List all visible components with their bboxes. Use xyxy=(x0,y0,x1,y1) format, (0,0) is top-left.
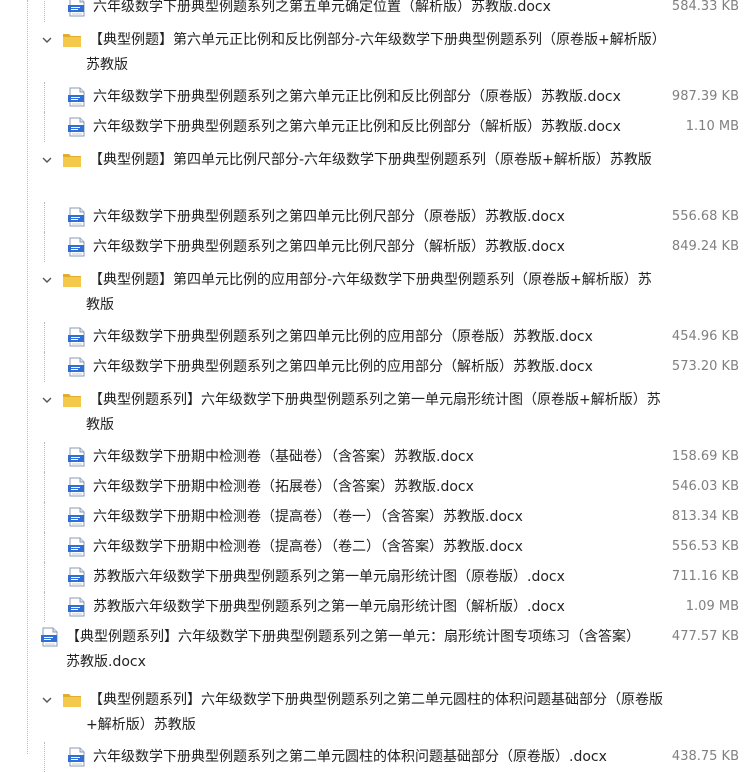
file-name: 六年级数学下册典型例题系列之第六单元正比例和反比例部分（原卷版）苏教版.docx xyxy=(93,89,621,105)
word-doc-icon xyxy=(67,117,87,137)
folder-icon xyxy=(62,150,82,170)
folder-name: 【典型例题系列】六年级数学下册典型例题系列之第二单元圆柱的体积问题基础部分（原卷… xyxy=(86,692,663,733)
file-size: 556.68 KB xyxy=(671,209,739,224)
file-row[interactable]: 六年级数学下册典型例题系列之第六单元正比例和反比例部分（原卷版）苏教版.docx… xyxy=(0,82,745,112)
file-row[interactable]: 苏教版六年级数学下册典型例题系列之第一单元扇形统计图（解析版）.docx 1.09… xyxy=(0,592,745,622)
folder-name: 【典型例题】第六单元正比例和反比例部分-六年级数学下册典型例题系列（原卷版+解析… xyxy=(86,32,659,73)
file-name: 六年级数学下册典型例题系列之第五单元确定位置（解析版）苏教版.docx xyxy=(93,0,551,15)
folder-icon xyxy=(62,30,82,50)
folder-name: 【典型例题】第四单元比例尺部分-六年级数学下册典型例题系列（原卷版+解析版）苏教… xyxy=(89,152,652,168)
chevron-down-icon[interactable] xyxy=(41,274,53,286)
folder-name: 【典型例题系列】六年级数学下册典型例题系列之第一单元扇形统计图（原卷版+解析版）… xyxy=(86,392,661,433)
file-row[interactable]: 六年级数学下册典型例题系列之第四单元比例尺部分（解析版）苏教版.docx 849.… xyxy=(0,232,745,262)
word-doc-icon xyxy=(67,567,87,587)
file-row[interactable]: 六年级数学下册典型例题系列之第六单元正比例和反比例部分（解析版）苏教版.docx… xyxy=(0,112,745,142)
folder-row[interactable]: 【典型例题】第四单元比例的应用部分-六年级数学下册典型例题系列（原卷版+解析版）… xyxy=(0,262,745,322)
word-doc-icon xyxy=(67,207,87,227)
file-name: 六年级数学下册期中检测卷（提高卷）（卷二）（含答案）苏教版.docx xyxy=(93,539,523,555)
folder-row[interactable]: 【典型例题系列】六年级数学下册典型例题系列之第一单元扇形统计图（原卷版+解析版）… xyxy=(0,382,745,442)
file-row[interactable]: 六年级数学下册典型例题系列之第四单元比例的应用部分（解析版）苏教版.docx 57… xyxy=(0,352,745,382)
word-doc-icon xyxy=(67,507,87,527)
file-size: 477.57 KB xyxy=(671,629,739,644)
file-size: 849.24 KB xyxy=(671,239,739,254)
word-doc-icon xyxy=(67,747,87,767)
folder-row[interactable]: 【典型例题】第四单元比例尺部分-六年级数学下册典型例题系列（原卷版+解析版）苏教… xyxy=(0,142,745,202)
file-size: 711.16 KB xyxy=(671,569,739,584)
chevron-down-icon[interactable] xyxy=(41,394,53,406)
folder-icon xyxy=(62,270,82,290)
file-row[interactable]: 六年级数学下册期中检测卷（基础卷）（含答案）苏教版.docx 158.69 KB xyxy=(0,442,745,472)
word-doc-icon xyxy=(67,237,87,257)
file-row[interactable]: 【典型例题系列】六年级数学下册典型例题系列之第一单元：扇形统计图专项练习（含答案… xyxy=(0,622,745,682)
word-doc-icon xyxy=(67,327,87,347)
word-doc-icon xyxy=(67,0,87,17)
file-name: 六年级数学下册期中检测卷（基础卷）（含答案）苏教版.docx xyxy=(93,449,474,465)
file-name: 【典型例题系列】六年级数学下册典型例题系列之第一单元：扇形统计图专项练习（含答案… xyxy=(66,629,640,670)
file-name: 六年级数学下册典型例题系列之第四单元比例的应用部分（解析版）苏教版.docx xyxy=(93,359,593,375)
file-row[interactable]: 六年级数学下册期中检测卷（拓展卷）（含答案）苏教版.docx 546.03 KB xyxy=(0,472,745,502)
file-size: 1.10 MB xyxy=(685,119,739,134)
folder-icon xyxy=(62,390,82,410)
folder-row[interactable]: 【典型例题系列】六年级数学下册典型例题系列之第二单元圆柱的体积问题基础部分（原卷… xyxy=(0,682,745,742)
file-size: 987.39 KB xyxy=(671,89,739,104)
file-size: 158.69 KB xyxy=(671,449,739,464)
file-row[interactable]: 六年级数学下册典型例题系列之第四单元比例的应用部分（原卷版）苏教版.docx 45… xyxy=(0,322,745,352)
file-row[interactable]: 六年级数学下册期中检测卷（提高卷）（卷一）（含答案）苏教版.docx 813.34… xyxy=(0,502,745,532)
file-name: 六年级数学下册典型例题系列之第四单元比例尺部分（原卷版）苏教版.docx xyxy=(93,209,565,225)
file-name: 六年级数学下册典型例题系列之第四单元比例尺部分（解析版）苏教版.docx xyxy=(93,239,565,255)
file-row[interactable]: 六年级数学下册典型例题系列之第二单元圆柱的体积问题基础部分（原卷版）.docx 4… xyxy=(0,742,745,772)
file-size: 438.75 KB xyxy=(671,749,739,764)
file-row[interactable]: 六年级数学下册期中检测卷（提高卷）（卷二）（含答案）苏教版.docx 556.53… xyxy=(0,532,745,562)
word-doc-icon xyxy=(67,357,87,377)
file-row[interactable]: 六年级数学下册典型例题系列之第四单元比例尺部分（原卷版）苏教版.docx 556.… xyxy=(0,202,745,232)
chevron-down-icon[interactable] xyxy=(41,34,53,46)
chevron-down-icon[interactable] xyxy=(41,154,53,166)
file-row[interactable]: 苏教版六年级数学下册典型例题系列之第一单元扇形统计图（原卷版）.docx 711.… xyxy=(0,562,745,592)
word-doc-icon xyxy=(67,477,87,497)
file-size: 1.09 MB xyxy=(685,599,739,614)
file-name: 苏教版六年级数学下册典型例题系列之第一单元扇形统计图（解析版）.docx xyxy=(93,599,565,615)
file-name: 六年级数学下册期中检测卷（提高卷）（卷一）（含答案）苏教版.docx xyxy=(93,509,523,525)
file-name: 六年级数学下册典型例题系列之第四单元比例的应用部分（原卷版）苏教版.docx xyxy=(93,329,593,345)
file-name: 六年级数学下册期中检测卷（拓展卷）（含答案）苏教版.docx xyxy=(93,479,474,495)
file-size: 546.03 KB xyxy=(671,479,739,494)
chevron-down-icon[interactable] xyxy=(41,694,53,706)
file-tree: 六年级数学下册典型例题系列之第五单元确定位置（解析版）苏教版.docx 584.3… xyxy=(0,0,745,772)
file-name: 六年级数学下册典型例题系列之第二单元圆柱的体积问题基础部分（原卷版）.docx xyxy=(93,749,607,765)
file-row[interactable]: 六年级数学下册典型例题系列之第五单元确定位置（解析版）苏教版.docx 584.3… xyxy=(0,0,745,22)
word-doc-icon xyxy=(40,627,60,647)
folder-name: 【典型例题】第四单元比例的应用部分-六年级数学下册典型例题系列（原卷版+解析版）… xyxy=(86,272,652,313)
file-name: 苏教版六年级数学下册典型例题系列之第一单元扇形统计图（原卷版）.docx xyxy=(93,569,565,585)
folder-icon xyxy=(62,690,82,710)
file-size: 573.20 KB xyxy=(671,359,739,374)
file-size: 813.34 KB xyxy=(671,509,739,524)
word-doc-icon xyxy=(67,87,87,107)
file-name: 六年级数学下册典型例题系列之第六单元正比例和反比例部分（解析版）苏教版.docx xyxy=(93,119,621,135)
folder-row[interactable]: 【典型例题】第六单元正比例和反比例部分-六年级数学下册典型例题系列（原卷版+解析… xyxy=(0,22,745,82)
word-doc-icon xyxy=(67,597,87,617)
file-size: 584.33 KB xyxy=(671,0,739,14)
word-doc-icon xyxy=(67,447,87,467)
file-size: 454.96 KB xyxy=(671,329,739,344)
word-doc-icon xyxy=(67,537,87,557)
file-size: 556.53 KB xyxy=(671,539,739,554)
